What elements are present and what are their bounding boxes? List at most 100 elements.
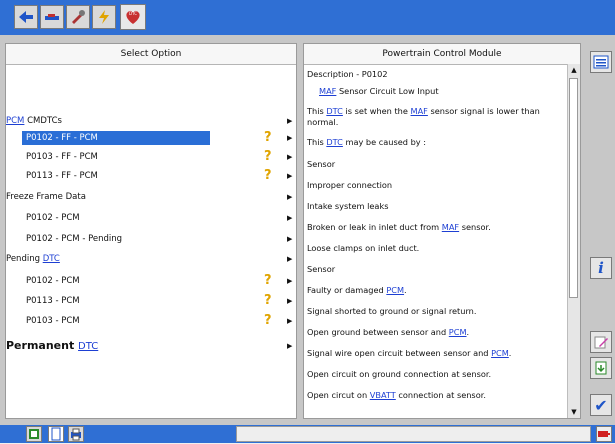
list-item-pending-p0103[interactable]: P0103 - PCM ? ▶ [26,312,296,329]
arrow-right-icon: ▶ [287,213,293,222]
arrow-right-icon: ▶ [287,133,293,142]
arrow-right-icon: ▶ [287,171,293,180]
maf-link[interactable]: MAF [319,86,336,96]
list-item-label: P0102 - PCM [26,212,80,223]
help-icon[interactable]: ? [264,149,272,164]
text-fragment: sensor. [459,222,491,232]
scroll-up-icon[interactable]: ▲ [568,64,580,76]
cause-line: Intake system leaks [307,201,389,211]
dtc-icon-label: DTC [129,11,137,16]
scroll-thumb[interactable] [569,78,578,298]
list-item-p0102-ff-pcm[interactable]: P0102 - FF - PCM ? ▶ [22,129,296,146]
help-icon[interactable]: ? [264,130,272,145]
list-item-label: P0103 - PCM [26,315,80,326]
dtc-link[interactable]: DTC [326,137,343,147]
list-item-freeze-p0102-pending[interactable]: P0102 - PCM - Pending ▶ [26,230,296,247]
pcm-link[interactable]: PCM [386,285,404,295]
arrow-right-icon: ▶ [287,234,293,243]
back-arrow-icon[interactable] [14,5,38,29]
cause-line: Loose clamps on inlet duct. [307,243,420,253]
pcm-header: Powertrain Control Module [304,44,580,65]
top-toolbar: DTC [0,0,615,35]
powertrain-control-module-panel: Powertrain Control Module Description - … [303,43,581,419]
cause-line: Broken or leak in inlet duct from MAF se… [307,222,565,233]
cause-line: Signal shorted to ground or signal retur… [307,306,477,316]
list-item-p0113-ff-pcm[interactable]: P0113 - FF - PCM ? ▶ [26,167,296,184]
help-icon[interactable]: ? [264,168,272,183]
pcm-cmdtcs-item[interactable]: PCM CMDTCs ▶ [6,112,296,129]
text-fragment: This [307,137,327,147]
document-icon[interactable] [48,426,64,442]
list-item-pending-p0102[interactable]: P0102 - PCM ? ▶ [26,272,296,289]
text-fragment: . [404,285,407,295]
text-fragment: may be caused by : [342,137,426,147]
screenshot-icon[interactable] [26,426,42,442]
list-item-label: P0102 - FF - PCM [22,130,210,145]
set-condition-text: This DTC is set when the MAF sensor sign… [307,106,565,128]
text-fragment: Faulty or damaged [307,285,387,295]
text-fragment: Open circut on [307,390,370,400]
help-icon[interactable]: ? [264,293,272,308]
cause-line: Open circut on VBATT connection at senso… [307,390,565,401]
export-icon[interactable] [590,357,612,379]
cause-line: Open circuit on ground connection at sen… [307,369,492,379]
list-item-p0103-ff-pcm[interactable]: P0103 - FF - PCM ? ▶ [26,148,296,165]
pcm-cmdtcs-label: CMDTCs [24,115,62,126]
info-icon[interactable]: i [590,257,612,279]
main-content: Select Option PCM CMDTCs ▶ P0102 - FF - … [0,35,615,425]
print-icon[interactable] [68,426,84,442]
dtc-link[interactable]: DTC [326,106,343,116]
status-bar [236,426,591,442]
vertical-scrollbar[interactable]: ▲ ▼ [567,64,580,418]
arrow-right-icon: ▶ [287,316,293,325]
dtc-icon[interactable]: DTC [120,4,146,30]
arrow-right-icon: ▶ [287,341,293,350]
list-icon[interactable] [590,51,612,73]
tools-icon[interactable] [66,5,90,29]
pcm-link[interactable]: PCM [6,116,24,126]
select-option-header: Select Option [6,44,296,65]
arrow-right-icon: ▶ [287,276,293,285]
arrow-right-icon: ▶ [287,152,293,161]
help-icon[interactable]: ? [264,313,272,328]
text-fragment: Broken or leak in inlet duct from [307,222,442,232]
text-fragment: . [508,348,512,358]
maf-link[interactable]: MAF [411,106,428,116]
summary-text: Sensor Circuit Low Input [336,86,439,96]
vehicle-icon[interactable] [40,5,64,29]
edit-icon[interactable] [590,331,612,353]
info-glyph: i [598,259,604,277]
text-fragment: Signal wire open circuit between sensor … [307,348,492,358]
flash-icon[interactable] [92,5,116,29]
cause-line: Signal wire open circuit between sensor … [307,348,565,359]
arrow-right-icon: ▶ [287,296,293,305]
list-item-pending-p0113[interactable]: P0113 - PCM ? ▶ [26,292,296,309]
list-item-label: P0102 - PCM - Pending [26,233,123,244]
check-glyph: ✔ [594,395,608,415]
text-fragment: connection at sensor. [395,390,486,400]
arrow-right-icon: ▶ [287,254,293,263]
freeze-frame-data-item[interactable]: Freeze Frame Data ▶ [6,188,296,205]
list-item-label: P0113 - PCM [26,295,80,306]
cause-line: Open ground between sensor and PCM. [307,327,565,338]
vbatt-link[interactable]: VBATT [370,390,396,400]
cause-line: Faulty or damaged PCM. [307,285,565,296]
list-item-label: P0113 - FF - PCM [26,170,98,181]
pending-dtc-link[interactable]: DTC [43,254,60,264]
maf-link[interactable]: MAF [442,222,459,232]
pcm-link[interactable]: PCM [491,348,509,358]
arrow-right-icon: ▶ [287,192,293,201]
cause-line: Improper connection [307,180,393,190]
checkmark-icon[interactable]: ✔ [590,394,612,416]
scroll-down-icon[interactable]: ▼ [568,406,580,418]
permanent-dtc-link[interactable]: DTC [78,341,98,352]
help-icon[interactable]: ? [264,273,272,288]
permanent-dtc-item[interactable]: Permanent DTC ▶ [6,337,296,354]
cause-line: Sensor [307,264,336,274]
pcm-link[interactable]: PCM [449,327,467,337]
list-item-freeze-p0102[interactable]: P0102 - PCM ▶ [26,209,296,226]
pending-dtc-item[interactable]: Pending DTC ▶ [6,250,296,267]
select-option-panel: Select Option PCM CMDTCs ▶ P0102 - FF - … [5,43,297,419]
battery-icon [596,426,612,442]
cause-line: Sensor [307,159,336,169]
